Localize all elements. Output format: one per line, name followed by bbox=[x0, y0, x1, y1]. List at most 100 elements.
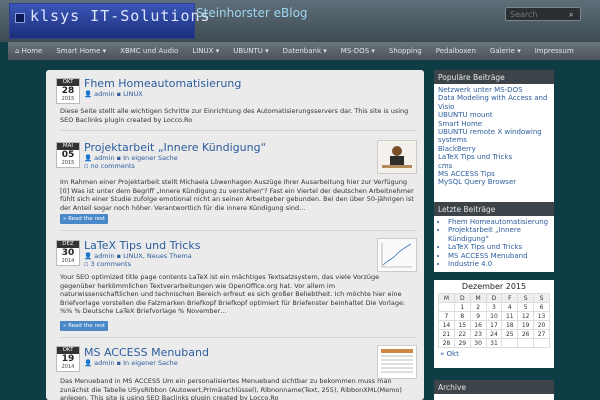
popular-post-link[interactable]: LaTeX Tips und Tricks bbox=[438, 153, 550, 161]
calendar-day: 8 bbox=[453, 311, 471, 321]
calendar-day: 2 bbox=[469, 302, 487, 312]
read-more-button[interactable]: » Read the rest bbox=[60, 214, 108, 224]
nav-item[interactable]: MS-DOS ▾ bbox=[334, 47, 382, 55]
calendar-table: M D M D F S S 1 2 3 4 5 6 7 8 9 10 11 12 13 14 15 16 17 18 19 20 21… bbox=[438, 293, 550, 348]
widget-title: Letzte Beiträge bbox=[434, 202, 554, 216]
calendar-day: 1 bbox=[453, 302, 471, 312]
date-badge: MAI 05 2015 bbox=[56, 142, 80, 168]
date-day: 19 bbox=[61, 354, 75, 364]
post-author[interactable]: admin bbox=[94, 359, 114, 367]
nav-item[interactable]: XBMC und Audio bbox=[113, 47, 185, 55]
post-excerpt: Im Rahmen einer Projektarbeit stellt Mic… bbox=[60, 178, 414, 212]
nav-item[interactable]: Datenbank ▾ bbox=[276, 47, 334, 55]
popular-post-link[interactable]: Smart Home bbox=[438, 120, 550, 128]
calendar-weekday: S bbox=[533, 293, 550, 303]
calendar-day: 21 bbox=[438, 329, 455, 339]
calendar-day: 12 bbox=[517, 311, 535, 321]
calendar-weekday: D bbox=[485, 293, 503, 303]
post-author[interactable]: admin bbox=[94, 90, 114, 98]
post-category[interactable]: In eigener Sache bbox=[123, 154, 178, 162]
nav-item[interactable]: Smart Home ▾ bbox=[49, 47, 113, 55]
calendar-day: 4 bbox=[501, 302, 519, 312]
blog-title[interactable]: Steinhorster eBlog bbox=[196, 6, 308, 20]
post-meta: 👤 admin ▪ LINUX bbox=[84, 90, 143, 98]
popular-post-link[interactable]: Netzwerk unter MS-DOS bbox=[438, 86, 550, 94]
popular-post-link[interactable]: UBUNTU mount bbox=[438, 111, 550, 119]
date-badge: OKT 28 2015 bbox=[56, 78, 80, 104]
nav-item[interactable]: LINUX ▾ bbox=[185, 47, 226, 55]
calendar-weekday: M bbox=[469, 293, 487, 303]
recent-post-link[interactable]: MS ACCESS Menuband bbox=[448, 252, 550, 260]
post-meta: 👤 admin ▪ In eigener Sache ▫ no comments bbox=[84, 154, 178, 170]
calendar-day: 25 bbox=[501, 329, 519, 339]
nav-item[interactable]: ⌂ Home bbox=[8, 47, 49, 55]
comment-icon: ▫ bbox=[84, 162, 89, 170]
calendar-day bbox=[438, 302, 455, 312]
calendar-day: 20 bbox=[533, 320, 550, 330]
calendar-day: 11 bbox=[501, 311, 519, 321]
folder-icon: ▪ bbox=[116, 90, 122, 98]
logo-text: klsys IT-Solutions bbox=[30, 7, 211, 25]
recent-post-link[interactable]: Fhem Homeautomatisierung bbox=[448, 218, 550, 226]
post-title[interactable]: Fhem Homeautomatisierung bbox=[84, 77, 241, 90]
post-excerpt: Diese Seite stellt alle wichtigen Schrit… bbox=[60, 107, 409, 124]
calendar-weekday: S bbox=[517, 293, 535, 303]
popular-post-link[interactable]: MS ACCESS Tips bbox=[438, 170, 550, 178]
recent-posts-widget: Letzte Beiträge Fhem Homeautomatisierung… bbox=[434, 202, 554, 272]
read-more-button[interactable]: » Read the rest bbox=[60, 321, 108, 331]
post-meta: 👤 admin ▪ In eigener Sache bbox=[84, 359, 178, 367]
user-icon: 👤 bbox=[84, 359, 93, 367]
date-badge: OKT 19 2014 bbox=[56, 346, 80, 372]
calendar-day: 17 bbox=[485, 320, 503, 330]
post-author[interactable]: admin bbox=[94, 154, 114, 162]
user-icon: 👤 bbox=[84, 252, 93, 260]
main-nav: ⌂ Home Smart Home ▾ XBMC und Audio LINUX ▾ U… bbox=[8, 42, 600, 60]
header-bar: klsys IT-Solutions Steinhorster eBlog ⌕ bbox=[0, 0, 600, 42]
post-title[interactable]: LaTeX Tips und Tricks bbox=[84, 239, 200, 252]
nav-item[interactable]: Galerie ▾ bbox=[483, 47, 528, 55]
popular-post-link[interactable]: MySQL Query Browser bbox=[438, 178, 550, 186]
site-logo[interactable]: klsys IT-Solutions bbox=[9, 3, 210, 39]
post-category[interactable]: LINUX, Neues Thema bbox=[123, 252, 192, 260]
post-author[interactable]: admin bbox=[94, 252, 114, 260]
widget-title: Archive bbox=[434, 380, 554, 394]
archive-widget: Archive bbox=[434, 380, 554, 400]
post-thumbnail[interactable] bbox=[377, 140, 417, 174]
post-category[interactable]: In eigener Sache bbox=[123, 359, 178, 367]
calendar-day: 27 bbox=[533, 329, 550, 339]
calendar-prev-link[interactable]: « Okt bbox=[434, 348, 554, 360]
calendar-day: 26 bbox=[517, 329, 535, 339]
table-screenshot-image bbox=[378, 346, 416, 378]
nav-item[interactable]: Impressum bbox=[528, 47, 581, 55]
calendar-day bbox=[517, 338, 535, 348]
post-title[interactable]: MS ACCESS Menuband bbox=[84, 346, 209, 359]
popular-post-link[interactable]: cms bbox=[438, 162, 550, 170]
calendar-day: 30 bbox=[469, 338, 487, 348]
nav-item[interactable]: Shopping bbox=[382, 47, 429, 55]
recent-post-link[interactable]: Projektarbeit „Innere Kündigung“ bbox=[448, 226, 550, 243]
popular-post-link[interactable]: BlackBerry bbox=[438, 145, 550, 153]
post-comments[interactable]: no comments bbox=[90, 162, 134, 170]
post-list: OKT 28 2015 Fhem Homeautomatisierung 👤 a… bbox=[46, 70, 424, 400]
post-thumbnail[interactable] bbox=[377, 238, 417, 272]
post-meta: 👤 admin ▪ LINUX, Neues Thema ▫ 3 comment… bbox=[84, 252, 192, 268]
calendar-day: 22 bbox=[453, 329, 471, 339]
date-month: OKT bbox=[57, 347, 79, 354]
folder-icon: ▪ bbox=[116, 359, 122, 367]
folder-icon: ▪ bbox=[116, 154, 122, 162]
popular-post-link[interactable]: UBUNTU remote X windowing systems bbox=[438, 128, 550, 145]
post-title[interactable]: Projektarbeit „Innere Kündigung“ bbox=[84, 141, 266, 154]
calendar-day: 31 bbox=[485, 338, 503, 348]
calendar-weekday: F bbox=[501, 293, 519, 303]
calendar-day: 28 bbox=[438, 338, 455, 348]
post-comments[interactable]: 3 comments bbox=[90, 260, 130, 268]
recent-post-link[interactable]: LaTeX Tips und Tricks bbox=[448, 243, 550, 251]
search-icon[interactable]: ⌕ bbox=[569, 10, 573, 20]
popular-post-link[interactable]: Data Modeling with Access and Visio bbox=[438, 94, 550, 111]
nav-item[interactable]: UBUNTU ▾ bbox=[226, 47, 275, 55]
post-thumbnail[interactable] bbox=[377, 345, 417, 379]
post-category[interactable]: LINUX bbox=[123, 90, 143, 98]
recent-post-link[interactable]: Industrie 4.0 bbox=[448, 260, 550, 268]
date-year: 2014 bbox=[61, 258, 75, 264]
nav-item[interactable]: Pedalboxen bbox=[429, 47, 483, 55]
